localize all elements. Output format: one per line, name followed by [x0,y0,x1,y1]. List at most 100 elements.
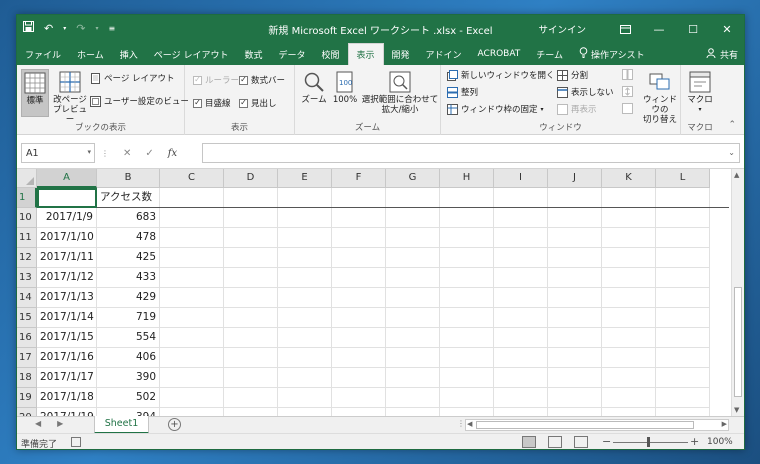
empty-cell[interactable] [494,248,548,268]
empty-cell[interactable] [386,248,440,268]
zoom-slider-thumb[interactable] [647,437,650,447]
row-header[interactable]: 15 [17,308,37,328]
zoom-in-icon[interactable]: + [690,435,699,448]
date-cell[interactable]: 2017/1/10 [37,228,97,248]
empty-cell[interactable] [278,248,332,268]
tab-formulas[interactable]: 数式 [236,43,270,65]
empty-cell[interactable] [494,188,548,208]
access-count-cell[interactable]: 390 [97,368,160,388]
empty-cell[interactable] [332,248,386,268]
row-header[interactable]: 12 [17,248,37,268]
reset-window-position-button[interactable] [622,103,633,114]
unhide-window-button[interactable]: 再表示 [557,103,597,115]
tab-addins[interactable]: アドイン [418,43,470,65]
hide-window-button[interactable]: 表示しない [557,86,614,98]
empty-cell[interactable] [160,368,224,388]
date-cell[interactable]: 2017/1/14 [37,308,97,328]
empty-cell[interactable] [656,328,710,348]
date-cell[interactable]: 2017/1/15 [37,328,97,348]
empty-cell[interactable] [160,268,224,288]
empty-cell[interactable] [494,268,548,288]
row-header[interactable]: 18 [17,368,37,388]
empty-cell[interactable] [386,388,440,408]
maximize-icon[interactable]: ☐ [676,15,710,43]
column-header-f[interactable]: F [332,169,386,188]
date-cell[interactable]: 2017/1/17 [37,368,97,388]
empty-cell[interactable] [602,268,656,288]
empty-cell[interactable] [548,188,602,208]
row-header[interactable]: 17 [17,348,37,368]
horizontal-scroll-thumb[interactable] [476,421,694,429]
empty-cell[interactable] [332,368,386,388]
empty-cell[interactable] [602,288,656,308]
tab-home[interactable]: ホーム [69,43,112,65]
date-cell[interactable]: 2017/1/16 [37,348,97,368]
expand-formula-bar-icon[interactable]: ⌄ [728,148,735,157]
empty-cell[interactable] [494,388,548,408]
headings-checkbox[interactable]: ✓ 見出し [239,97,277,109]
empty-cell[interactable] [160,348,224,368]
empty-cell[interactable] [440,188,494,208]
empty-cell[interactable] [494,328,548,348]
empty-cell[interactable] [332,288,386,308]
empty-cell[interactable] [224,328,278,348]
page-break-preview-button[interactable]: 改ページ プレビュー [53,69,87,125]
split-button[interactable]: 分割 [557,69,588,81]
view-side-by-side-button[interactable] [622,69,633,80]
empty-cell[interactable] [656,268,710,288]
tab-insert[interactable]: 挿入 [112,43,146,65]
empty-cell[interactable] [440,368,494,388]
column-header-j[interactable]: J [548,169,602,188]
empty-cell[interactable] [440,248,494,268]
empty-cell[interactable] [332,388,386,408]
access-count-header-cell[interactable]: アクセス数 [97,188,160,208]
normal-view-button[interactable]: 標準 [21,69,49,117]
zoom-out-icon[interactable]: − [602,435,611,448]
empty-cell[interactable] [602,248,656,268]
vertical-scroll-thumb[interactable] [734,287,742,397]
empty-cell[interactable] [548,268,602,288]
empty-cell[interactable] [386,188,440,208]
empty-cell[interactable] [278,288,332,308]
empty-cell[interactable] [602,308,656,328]
insert-function-icon[interactable]: fx [168,148,177,159]
empty-cell[interactable] [278,208,332,228]
column-header-c[interactable]: C [160,169,224,188]
empty-cell[interactable] [602,368,656,388]
prev-sheet-icon[interactable]: ◀ [35,419,41,428]
empty-cell[interactable] [224,388,278,408]
empty-cell[interactable] [656,388,710,408]
empty-cell[interactable] [494,368,548,388]
tab-page-layout[interactable]: ページ レイアウト [146,43,237,65]
formula-bar-checkbox[interactable]: ✓ 数式バー [239,74,285,86]
empty-cell[interactable] [160,228,224,248]
empty-cell[interactable] [494,348,548,368]
empty-cell[interactable] [440,328,494,348]
signin-link[interactable]: サインイン [538,22,586,36]
empty-cell[interactable] [278,308,332,328]
ribbon-display-options-icon[interactable] [608,15,642,43]
empty-cell[interactable] [440,268,494,288]
freeze-panes-button[interactable]: ウィンドウ枠の固定 ▾ [447,103,544,115]
date-cell[interactable]: 2017/1/12 [37,268,97,288]
column-header-e[interactable]: E [278,169,332,188]
next-sheet-icon[interactable]: ▶ [57,419,63,428]
macros-button[interactable]: マクロ ▾ [685,69,715,115]
empty-cell[interactable] [656,188,710,208]
empty-cell[interactable] [278,368,332,388]
page-layout-status-icon[interactable] [548,436,562,448]
row-header[interactable]: 1 [17,188,37,208]
empty-cell[interactable] [602,348,656,368]
zoom-100-button[interactable]: 100 100% [331,69,359,105]
empty-cell[interactable] [494,288,548,308]
access-count-cell[interactable]: 478 [97,228,160,248]
column-header-h[interactable]: H [440,169,494,188]
empty-cell[interactable] [224,268,278,288]
empty-cell[interactable] [278,188,332,208]
empty-cell[interactable] [440,288,494,308]
zoom-percentage[interactable]: 100% [707,437,733,447]
empty-cell[interactable] [160,208,224,228]
empty-cell[interactable] [386,288,440,308]
tell-me-box[interactable]: 操作アシスト [571,43,653,65]
date-cell[interactable]: 2017/1/9 [37,208,97,228]
